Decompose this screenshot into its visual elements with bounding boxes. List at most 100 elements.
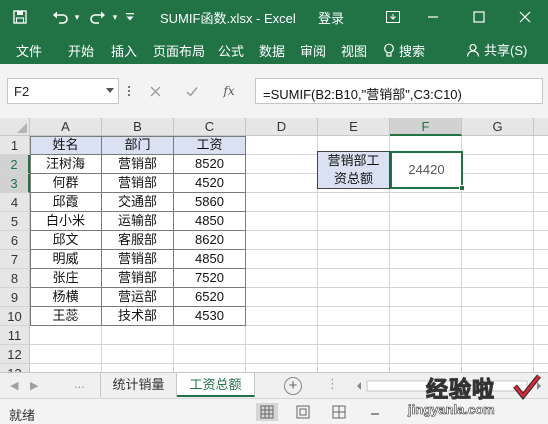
table-cell[interactable]: 4850 bbox=[174, 212, 246, 231]
page-break-view-icon[interactable] bbox=[328, 403, 350, 421]
row-header[interactable]: 5 bbox=[0, 212, 30, 231]
tab-page-layout[interactable]: 页面布局 bbox=[153, 41, 205, 60]
table-cell[interactable]: 6520 bbox=[174, 288, 246, 307]
column-header-b[interactable]: B bbox=[102, 118, 174, 136]
tab-insert[interactable]: 插入 bbox=[111, 41, 137, 60]
add-sheet-icon[interactable]: + bbox=[284, 377, 302, 395]
table-cell[interactable]: 运输部 bbox=[102, 212, 174, 231]
column-header-h[interactable] bbox=[534, 118, 548, 136]
scroll-tabs-right-icon[interactable]: ▶ bbox=[30, 379, 38, 392]
tab-file[interactable]: 文件 bbox=[16, 41, 42, 60]
table-cell[interactable]: 何群 bbox=[30, 174, 102, 193]
table-cell[interactable]: 8520 bbox=[174, 155, 246, 174]
scroll-tabs-left-icon[interactable]: ◀ bbox=[10, 379, 18, 392]
table-cell[interactable]: 交通部 bbox=[102, 193, 174, 212]
close-icon[interactable] bbox=[506, 0, 544, 34]
row-header[interactable]: 4 bbox=[0, 193, 30, 212]
column-header-c[interactable]: C bbox=[174, 118, 246, 136]
table-cell[interactable]: 4520 bbox=[174, 174, 246, 193]
tab-formulas[interactable]: 公式 bbox=[218, 41, 244, 60]
insert-function-icon[interactable]: fx bbox=[218, 78, 240, 104]
summary-value-cell[interactable]: 24420 bbox=[390, 151, 465, 191]
name-box[interactable]: F2 bbox=[7, 78, 119, 104]
cancel-icon[interactable] bbox=[145, 78, 165, 104]
column-header-e[interactable]: E bbox=[318, 118, 390, 136]
undo-dropdown-icon[interactable]: ▾ bbox=[72, 6, 82, 28]
redo-dropdown-icon[interactable]: ▾ bbox=[110, 6, 120, 28]
search-box[interactable]: 搜索 bbox=[383, 41, 425, 60]
share-button[interactable]: 共享(S) bbox=[466, 40, 527, 59]
table-cell[interactable]: 明威 bbox=[30, 250, 102, 269]
tab-view[interactable]: 视图 bbox=[341, 41, 367, 60]
table-cell[interactable]: 邱霞 bbox=[30, 193, 102, 212]
row-header[interactable]: 2 bbox=[0, 155, 30, 174]
column-header-g[interactable]: G bbox=[462, 118, 534, 136]
row-header[interactable]: 10 bbox=[0, 307, 30, 326]
minimize-icon[interactable] bbox=[414, 0, 452, 34]
row-header[interactable]: 11 bbox=[0, 326, 30, 345]
table-cell[interactable]: 杨横 bbox=[30, 288, 102, 307]
table-cell[interactable]: 营销部 bbox=[102, 155, 174, 174]
fill-handle[interactable] bbox=[459, 185, 465, 191]
table-cell[interactable]: 汪树海 bbox=[30, 155, 102, 174]
select-all-button[interactable] bbox=[0, 118, 30, 136]
page-layout-view-icon[interactable] bbox=[292, 403, 314, 421]
table-cell[interactable]: 营销部 bbox=[102, 174, 174, 193]
table-cell[interactable]: 5860 bbox=[174, 193, 246, 212]
table-cell[interactable]: 7520 bbox=[174, 269, 246, 288]
row-header[interactable]: 7 bbox=[0, 250, 30, 269]
tab-split-handle[interactable]: ⋮ bbox=[326, 376, 339, 392]
horizontal-scrollbar[interactable] bbox=[355, 380, 545, 392]
table-cell[interactable]: 白小米 bbox=[30, 212, 102, 231]
formula-bar-area: F2 fx =SUMIF(B2:B10,"营销部",C3:C10) bbox=[0, 64, 548, 120]
row-header[interactable]: 8 bbox=[0, 269, 30, 288]
row-header[interactable]: 13 bbox=[0, 364, 30, 372]
normal-view-icon[interactable] bbox=[256, 403, 278, 421]
window-title: SUMIF函数.xlsx - Excel bbox=[160, 11, 296, 26]
row-header[interactable]: 6 bbox=[0, 231, 30, 250]
table-cell[interactable]: 技术部 bbox=[102, 307, 174, 326]
ribbon-display-icon[interactable] bbox=[374, 0, 412, 34]
table-cell[interactable]: 4530 bbox=[174, 307, 246, 326]
enter-icon[interactable] bbox=[182, 78, 202, 104]
table-header-department[interactable]: 部门 bbox=[102, 136, 174, 155]
save-icon[interactable] bbox=[8, 6, 32, 28]
table-header-salary[interactable]: 工资 bbox=[174, 136, 246, 155]
table-cell[interactable]: 营销部 bbox=[102, 269, 174, 288]
table-left-border bbox=[30, 136, 31, 326]
name-box-dropdown-icon[interactable] bbox=[106, 88, 114, 93]
column-header-d[interactable]: D bbox=[246, 118, 318, 136]
tab-home[interactable]: 开始 bbox=[68, 41, 94, 60]
row-header[interactable]: 1 bbox=[0, 136, 30, 155]
row-header[interactable]: 12 bbox=[0, 345, 30, 364]
formula-input[interactable]: =SUMIF(B2:B10,"营销部",C3:C10) bbox=[255, 78, 543, 104]
redo-icon[interactable] bbox=[86, 6, 110, 28]
tab-review[interactable]: 审阅 bbox=[300, 41, 326, 60]
table-cell[interactable]: 4850 bbox=[174, 250, 246, 269]
worksheet-grid[interactable]: A B C D E F G 1 2 3 4 5 6 7 8 9 10 11 12… bbox=[0, 118, 548, 372]
table-header-name[interactable]: 姓名 bbox=[30, 136, 102, 155]
sheet-tab-salary-total[interactable]: 工资总额 bbox=[177, 373, 255, 397]
table-cell[interactable]: 张庄 bbox=[30, 269, 102, 288]
table-cell[interactable]: 客服部 bbox=[102, 231, 174, 250]
name-box-value: F2 bbox=[14, 84, 30, 99]
table-cell[interactable]: 营销部 bbox=[102, 250, 174, 269]
summary-label-cell[interactable]: 营销部工 资总额 bbox=[317, 151, 390, 189]
row-header[interactable]: 3 bbox=[0, 174, 30, 193]
sheet-tab-sales[interactable]: 统计销量 bbox=[101, 373, 177, 397]
undo-icon[interactable] bbox=[48, 6, 72, 28]
row-header[interactable]: 9 bbox=[0, 288, 30, 307]
login-link[interactable]: 登录 bbox=[318, 8, 344, 27]
table-cell[interactable]: 王蕊 bbox=[30, 307, 102, 326]
tab-data[interactable]: 数据 bbox=[259, 41, 285, 60]
zoom-out-icon[interactable] bbox=[370, 407, 380, 422]
table-cell[interactable]: 8620 bbox=[174, 231, 246, 250]
customize-icon[interactable] bbox=[124, 6, 136, 28]
column-header-f[interactable]: F bbox=[390, 118, 462, 136]
table-cell[interactable]: 邱文 bbox=[30, 231, 102, 250]
more-tabs-ellipsis[interactable]: ... bbox=[74, 376, 85, 391]
column-header-a[interactable]: A bbox=[30, 118, 102, 136]
restore-icon[interactable] bbox=[460, 0, 498, 34]
table-cell[interactable]: 营运部 bbox=[102, 288, 174, 307]
resize-handle-icon[interactable] bbox=[127, 84, 131, 100]
